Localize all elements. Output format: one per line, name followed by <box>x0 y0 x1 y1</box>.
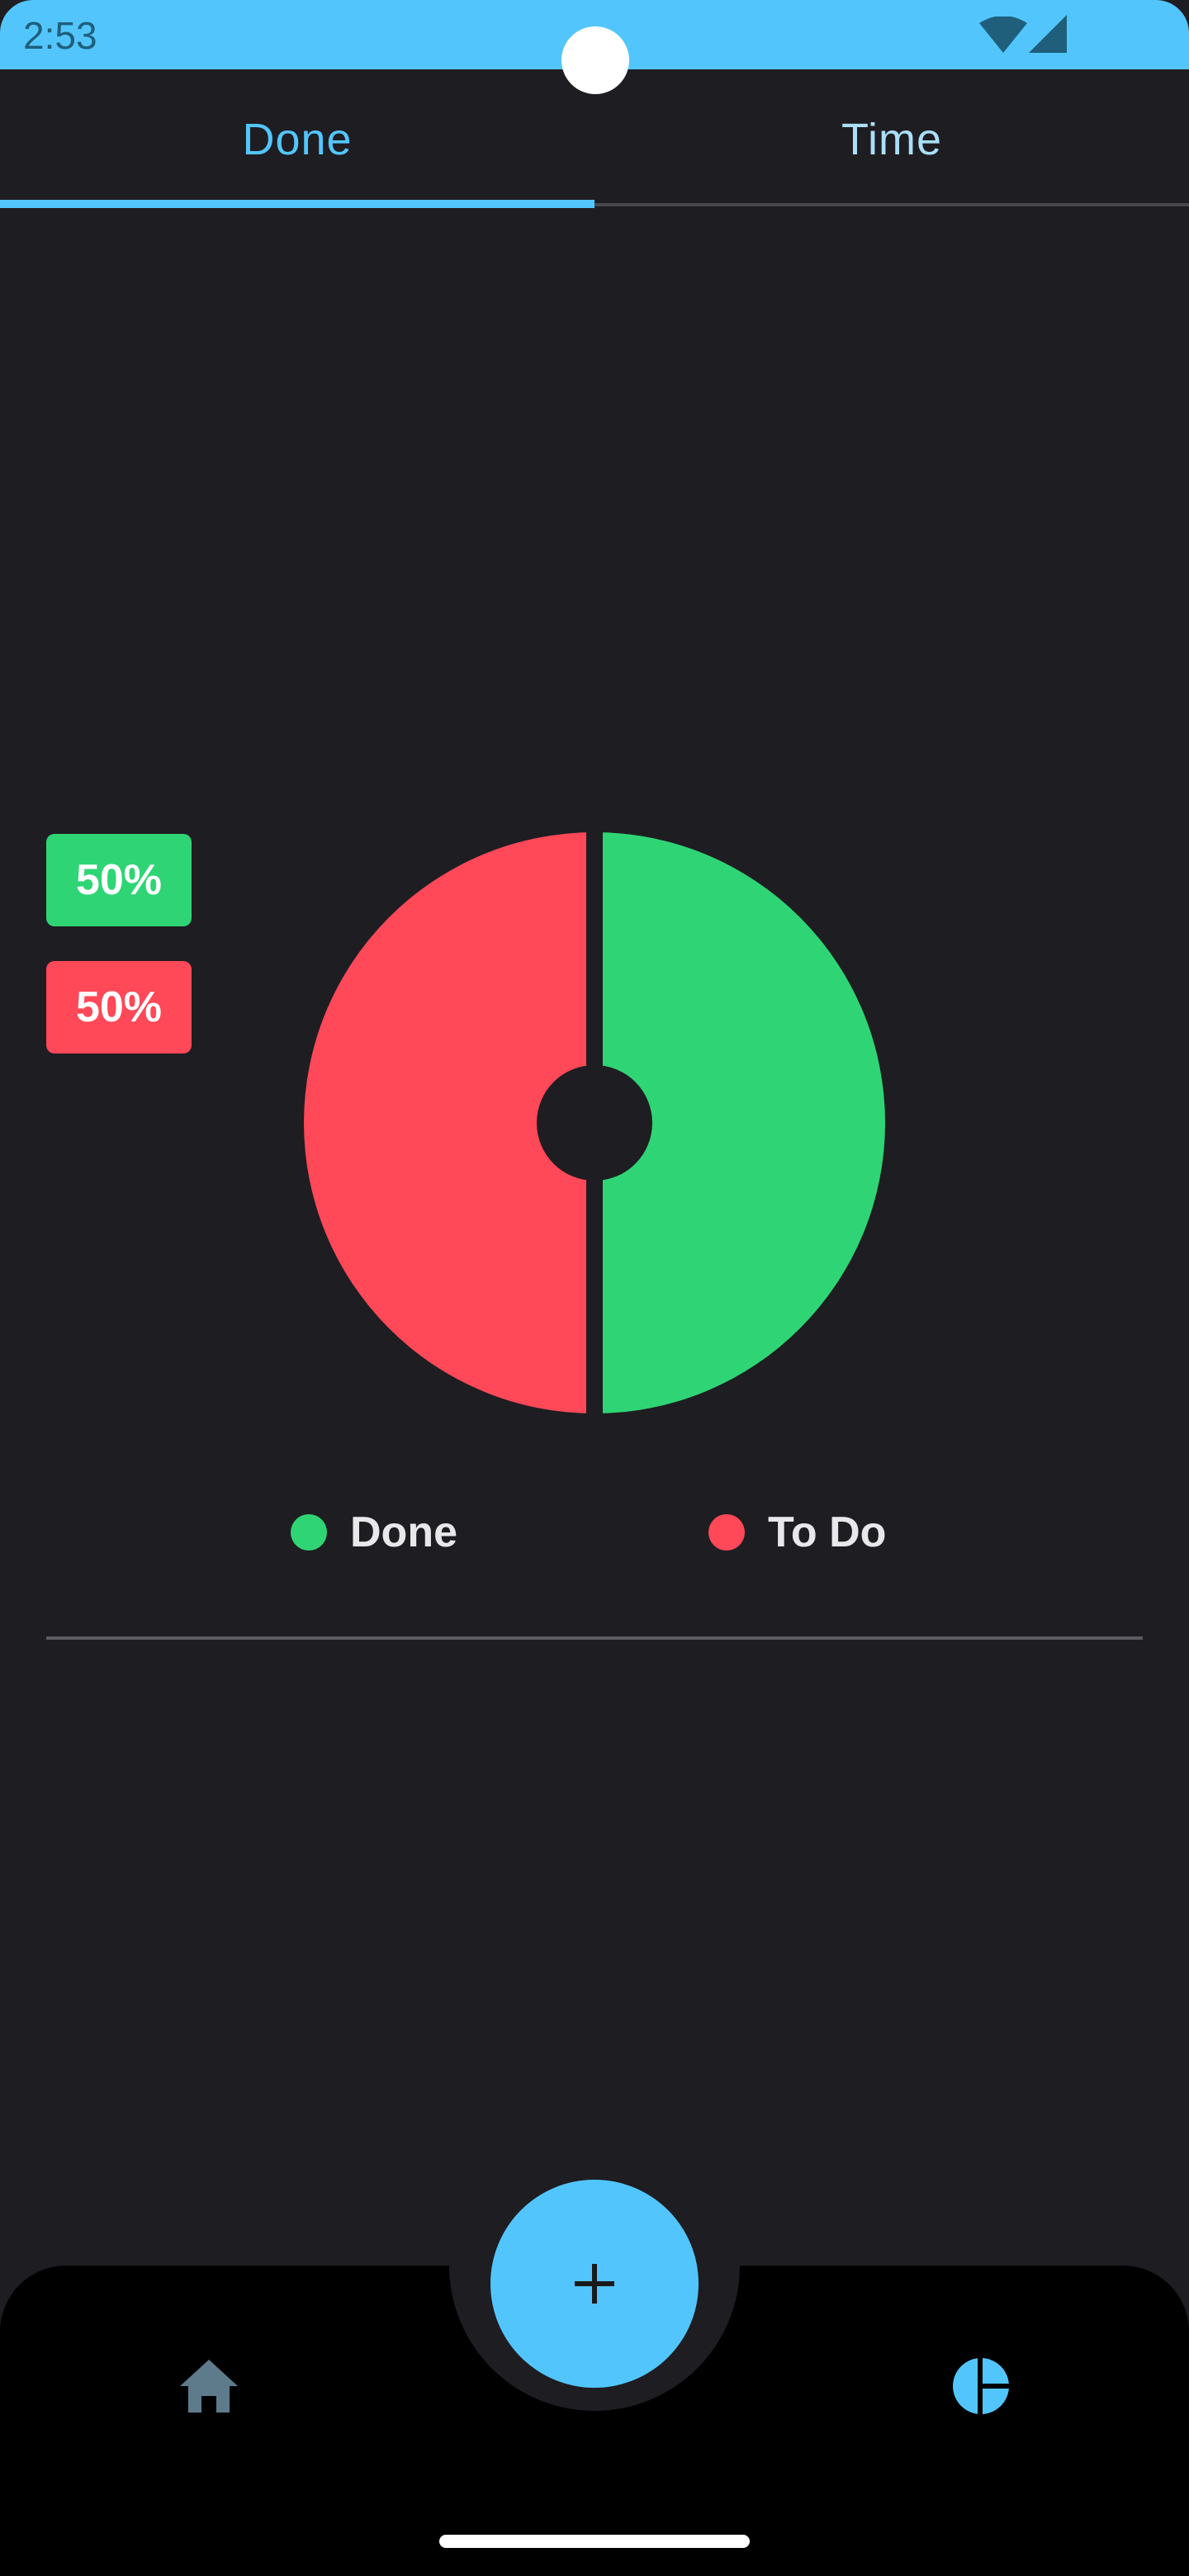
tab-indicator <box>0 200 594 208</box>
signal-icon <box>1029 15 1067 53</box>
legend-item-todo: To Do <box>708 1503 886 1562</box>
tab-bar: Done Time <box>0 69 1189 210</box>
pie-chart-icon <box>953 2358 1011 2414</box>
legend-label-todo: To Do <box>768 1508 887 1556</box>
add-button[interactable] <box>490 2180 699 2388</box>
screen: 2:53 Done Time 50% 50% Done To Do <box>0 0 1189 2576</box>
status-time: 2:53 <box>23 14 97 57</box>
tab-time[interactable]: Time <box>594 69 1189 210</box>
legend-item-done: Done <box>291 1503 457 1562</box>
todo-percent-badge: 50% <box>46 961 192 1054</box>
wifi-icon <box>979 17 1027 53</box>
home-icon <box>180 2360 238 2413</box>
stats-button[interactable] <box>950 2355 1012 2417</box>
home-button[interactable] <box>175 2353 243 2421</box>
legend-dot-done <box>291 1514 327 1551</box>
pie-chart <box>304 829 885 1417</box>
home-indicator <box>439 2535 750 2548</box>
legend-dot-todo <box>708 1514 745 1551</box>
add-icon <box>575 2264 614 2304</box>
content-divider <box>46 1636 1143 1640</box>
pie-center-hole <box>537 1065 652 1181</box>
done-percent-badge: 50% <box>46 834 192 926</box>
tab-done[interactable]: Done <box>0 69 594 210</box>
legend-label-done: Done <box>350 1508 457 1556</box>
